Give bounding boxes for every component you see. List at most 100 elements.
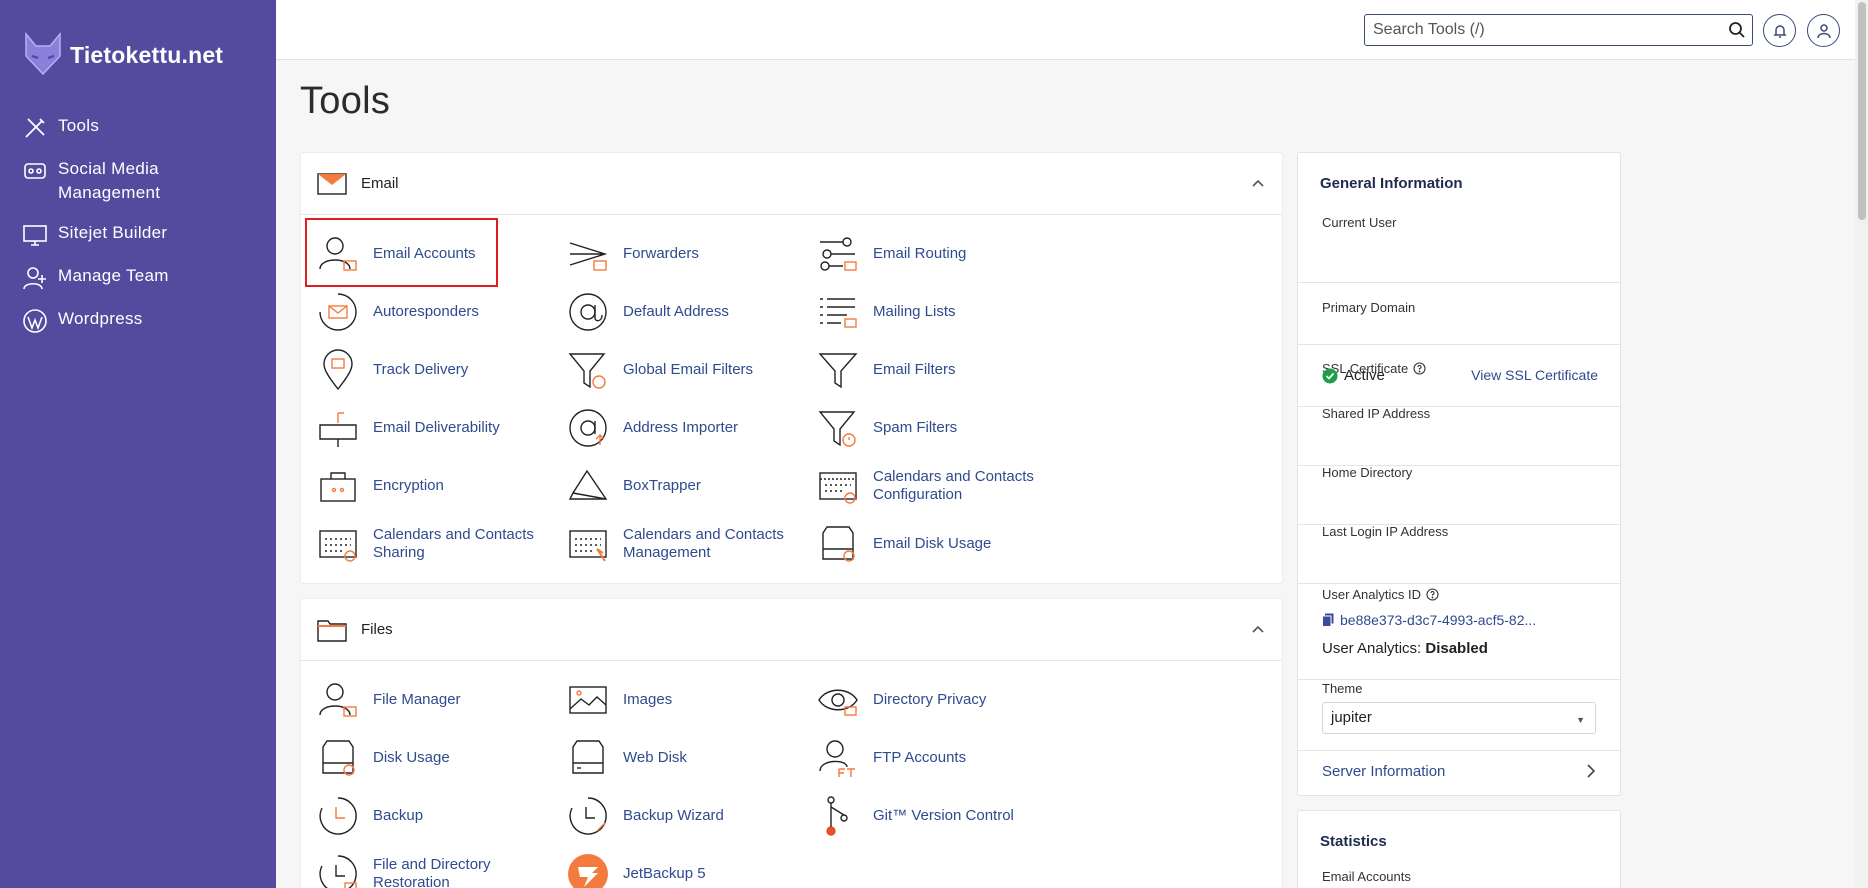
mailbox-icon (319, 412, 357, 447)
copy-icon (1322, 613, 1334, 627)
backup-icon (319, 797, 357, 835)
sidebar-item-label: Social Media Management (58, 159, 161, 202)
tool-label: Calendars and Contacts Configuration (873, 468, 1034, 503)
chevron-right-icon[interactable] (1584, 763, 1598, 779)
chevron-up-icon[interactable] (1250, 175, 1266, 191)
tool-label: Calendars and Contacts Management (623, 526, 784, 561)
tool-label: File and Directory Restoration (373, 856, 491, 888)
tool-track-delivery[interactable]: Track Delivery (317, 349, 553, 391)
spam-filter-icon (818, 411, 856, 447)
tool-email-accounts[interactable]: Email Accounts (317, 233, 553, 275)
section-title: Email (361, 175, 399, 192)
brand-name: Tietokettu.net (70, 41, 224, 68)
ua-status-line: User Analytics: Disabled (1322, 640, 1488, 657)
tool-label: BoxTrapper (623, 477, 701, 494)
tool-disk-usage[interactable]: Disk Usage (317, 737, 553, 779)
tool-default-address[interactable]: Default Address (567, 291, 803, 333)
files-panel-header[interactable]: Files (301, 599, 1282, 661)
tool-label: Email Deliverability (373, 419, 500, 436)
tool-forwarders[interactable]: Forwarders (567, 233, 803, 275)
section-title: Files (361, 621, 393, 638)
tool-git-version-control[interactable]: Git™ Version Control (817, 795, 1053, 837)
sidebar-item-wordpress[interactable]: Wordpress (22, 307, 262, 334)
tool-directory-privacy[interactable]: Directory Privacy (817, 679, 1053, 721)
scroll-thumb[interactable] (1858, 2, 1866, 220)
sidebar-item-social-media[interactable]: Social Media Management (22, 157, 262, 205)
tool-autoresponders[interactable]: Autoresponders (317, 291, 553, 333)
ua-id-value: be88e373-d3c7-4993-acf5-82... (1340, 612, 1537, 628)
help-icon[interactable] (1413, 362, 1426, 375)
current-user-label: Current User (1322, 215, 1397, 230)
tool-jetbackup[interactable]: JetBackup 5 (567, 853, 803, 888)
tool-email-routing[interactable]: Email Routing (817, 233, 1053, 275)
sidebar-item-label: Tools (58, 116, 100, 135)
tool-encryption[interactable]: Encryption (317, 465, 553, 507)
at-sign-icon (569, 293, 607, 331)
sidebar-nav: Tools Social Media Management Sitejet Bu… (22, 114, 262, 350)
web-disk-icon (572, 740, 604, 774)
tool-file-directory-restoration[interactable]: File and Directory Restoration (317, 853, 553, 888)
search-input[interactable] (1365, 15, 1705, 45)
disk-icon (322, 740, 355, 776)
sidebar: Tietokettu.net Tools Social Media Manage… (0, 0, 276, 888)
tool-email-disk-usage[interactable]: Email Disk Usage (817, 523, 1053, 565)
statistics-title: Statistics (1320, 833, 1387, 850)
tool-calendars-contacts-management[interactable]: Calendars and Contacts Management (567, 523, 803, 565)
sidebar-item-tools[interactable]: Tools (22, 114, 262, 141)
tool-calendars-contacts-config[interactable]: Calendars and Contacts Configuration (817, 465, 1053, 507)
home-directory-row: Home Directory (1298, 465, 1620, 525)
view-ssl-certificate-link[interactable]: View SSL Certificate (1471, 367, 1598, 383)
page-title: Tools (300, 80, 391, 122)
tool-ftp-accounts[interactable]: FTP Accounts (817, 737, 1053, 779)
tool-boxtrapper[interactable]: BoxTrapper (567, 465, 803, 507)
notifications-button[interactable] (1763, 14, 1796, 47)
statistics-card: Statistics Email Accounts (1297, 810, 1621, 888)
tool-global-email-filters[interactable]: Global Email Filters (567, 349, 803, 391)
tool-email-filters[interactable]: Email Filters (817, 349, 1053, 391)
tool-images[interactable]: Images (567, 679, 803, 721)
tool-address-importer[interactable]: Address Importer (567, 407, 803, 449)
chevron-up-icon[interactable] (1250, 621, 1266, 637)
restore-icon (319, 855, 357, 888)
sidebar-item-label: Sitejet Builder (58, 223, 168, 242)
git-icon (826, 796, 848, 836)
sidebar-item-manage-team[interactable]: Manage Team (22, 264, 262, 291)
server-information-link[interactable]: Server Information (1322, 763, 1445, 780)
user-menu-button[interactable] (1807, 14, 1840, 47)
tool-email-deliverability[interactable]: Email Deliverability (317, 407, 553, 449)
tool-label: Autoresponders (373, 303, 479, 320)
ua-status-value: Disabled (1425, 640, 1488, 657)
ua-id-copy[interactable]: be88e373-d3c7-4993-acf5-82... (1322, 612, 1536, 628)
email-accounts-icon (319, 237, 357, 271)
search-box (1364, 14, 1753, 46)
sidebar-item-sitejet[interactable]: Sitejet Builder (22, 221, 262, 248)
autoresponders-icon (319, 293, 357, 331)
ua-label: User Analytics: (1322, 640, 1422, 657)
fox-logo-icon (25, 32, 61, 76)
ssl-status-text: Active (1344, 367, 1385, 384)
images-icon (569, 686, 607, 714)
tool-backup-wizard[interactable]: Backup Wizard (567, 795, 803, 837)
tool-calendars-contacts-sharing[interactable]: Calendars and Contacts Sharing (317, 523, 553, 565)
page-scrollbar[interactable] (1855, 0, 1868, 888)
help-icon[interactable] (1426, 588, 1439, 601)
tool-label: Email Routing (873, 245, 967, 262)
tool-backup[interactable]: Backup (317, 795, 553, 837)
map-pin-icon (323, 349, 353, 391)
tool-label: Track Delivery (373, 361, 469, 378)
tool-file-manager[interactable]: File Manager (317, 679, 553, 721)
tool-spam-filters[interactable]: Spam Filters (817, 407, 1053, 449)
tool-mailing-lists[interactable]: Mailing Lists (817, 291, 1053, 333)
email-panel-header[interactable]: Email (301, 153, 1282, 215)
tool-label: Directory Privacy (873, 691, 987, 708)
brand[interactable]: Tietokettu.net (22, 32, 223, 78)
encryption-icon (320, 472, 356, 502)
top-bar (276, 0, 1868, 60)
tool-label: Address Importer (623, 419, 739, 436)
search-icon[interactable] (1728, 21, 1746, 39)
tool-label: Email Disk Usage (873, 535, 992, 552)
theme-value: jupiter (1331, 709, 1372, 726)
tool-label: Web Disk (623, 749, 687, 766)
tool-web-disk[interactable]: Web Disk (567, 737, 803, 779)
theme-select[interactable]: jupiter ▼ (1322, 702, 1596, 734)
